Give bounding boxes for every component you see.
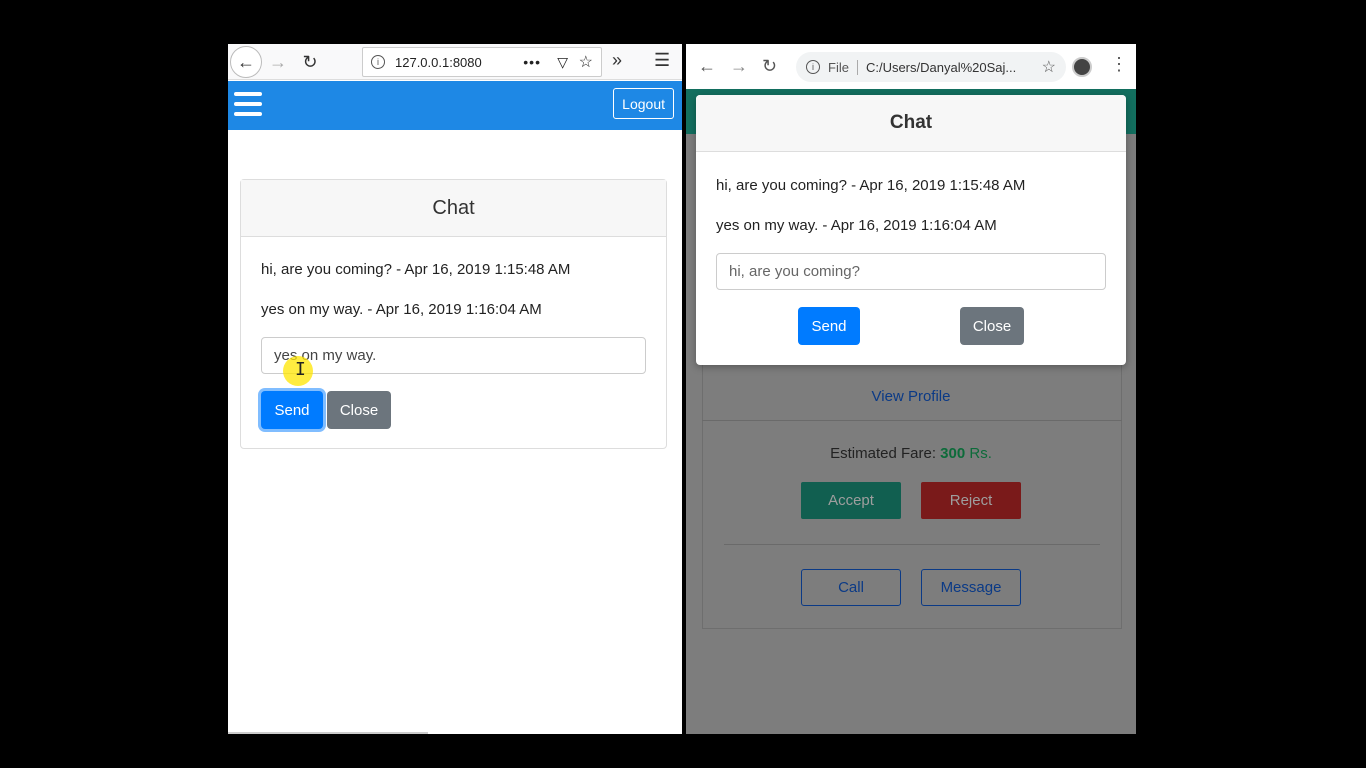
back-icon[interactable]: ← — [698, 56, 716, 77]
overflow-icon[interactable]: » — [612, 50, 622, 71]
star-icon[interactable]: ☆ — [1042, 57, 1056, 77]
info-icon[interactable]: i — [806, 60, 820, 74]
info-icon[interactable]: i — [371, 55, 385, 69]
chat-message: hi, are you coming? - Apr 16, 2019 1:15:… — [716, 177, 1026, 194]
app-navbar: Logout — [228, 81, 682, 130]
fare-amount: 300 — [940, 445, 966, 462]
chat-card: Chat hi, are you coming? - Apr 16, 2019 … — [240, 179, 667, 449]
right-browser-window: ← → ↻ i File C:/Users/Danyal%20Saj... ☆ … — [686, 44, 1136, 734]
fare-label: Estimated Fare: — [830, 445, 936, 462]
estimated-fare: Estimated Fare: 300 Rs. — [686, 445, 1136, 462]
reload-icon[interactable]: ↻ — [762, 56, 777, 77]
reload-icon[interactable]: ↻ — [294, 46, 326, 78]
address-bar[interactable]: i File C:/Users/Danyal%20Saj... ☆ — [796, 52, 1066, 82]
send-button[interactable]: Send — [798, 307, 860, 345]
firefox-toolbar: ← → ↻ i 127.0.0.1:8080 ••• ▽ ☆ » ☰ — [228, 44, 682, 80]
address-bar[interactable]: i 127.0.0.1:8080 ••• ▽ ☆ — [362, 47, 602, 77]
accept-button[interactable]: Accept — [801, 482, 901, 519]
chat-title: Chat — [696, 95, 1126, 152]
menu-icon[interactable]: ☰ — [654, 50, 670, 71]
more-icon[interactable]: ••• — [523, 54, 541, 70]
chat-message: yes on my way. - Apr 16, 2019 1:16:04 AM — [261, 301, 542, 318]
chat-message: hi, are you coming? - Apr 16, 2019 1:15:… — [261, 261, 571, 278]
star-icon[interactable]: ☆ — [579, 52, 593, 72]
chat-input[interactable]: yes on my way. — [261, 337, 646, 374]
logout-button[interactable]: Logout — [613, 88, 674, 119]
back-icon[interactable]: ← — [230, 46, 262, 78]
text-cursor-icon: I — [295, 359, 306, 380]
pocket-icon[interactable]: ▽ — [557, 54, 568, 71]
close-button[interactable]: Close — [960, 307, 1024, 345]
reject-button[interactable]: Reject — [921, 482, 1021, 519]
call-button[interactable]: Call — [801, 569, 901, 606]
fare-currency: Rs. — [969, 445, 992, 462]
chat-input[interactable]: hi, are you coming? — [716, 253, 1106, 290]
chat-modal: Chat hi, are you coming? - Apr 16, 2019 … — [696, 95, 1126, 365]
avatar[interactable] — [1072, 57, 1092, 77]
chat-message: yes on my way. - Apr 16, 2019 1:16:04 AM — [716, 217, 997, 234]
chrome-toolbar: ← → ↻ i File C:/Users/Danyal%20Saj... ☆ … — [686, 44, 1136, 89]
url-text: C:/Users/Danyal%20Saj... — [865, 59, 1017, 75]
hamburger-icon[interactable] — [234, 92, 262, 116]
url-text: 127.0.0.1:8080 — [395, 54, 482, 70]
scheme-label: File — [828, 59, 858, 75]
close-button[interactable]: Close — [327, 391, 391, 429]
kebab-icon[interactable]: ⋮ — [1110, 54, 1128, 75]
scrollbar[interactable] — [228, 732, 428, 734]
left-browser-window: ← → ↻ i 127.0.0.1:8080 ••• ▽ ☆ » ☰ Logou… — [228, 44, 682, 734]
divider — [724, 544, 1100, 545]
send-button[interactable]: Send — [261, 391, 323, 429]
divider — [702, 420, 1122, 421]
chat-title: Chat — [241, 180, 666, 237]
forward-icon[interactable]: → — [730, 56, 748, 77]
forward-icon[interactable]: → — [262, 46, 294, 78]
view-profile-link[interactable]: View Profile — [686, 388, 1136, 405]
message-button[interactable]: Message — [921, 569, 1021, 606]
